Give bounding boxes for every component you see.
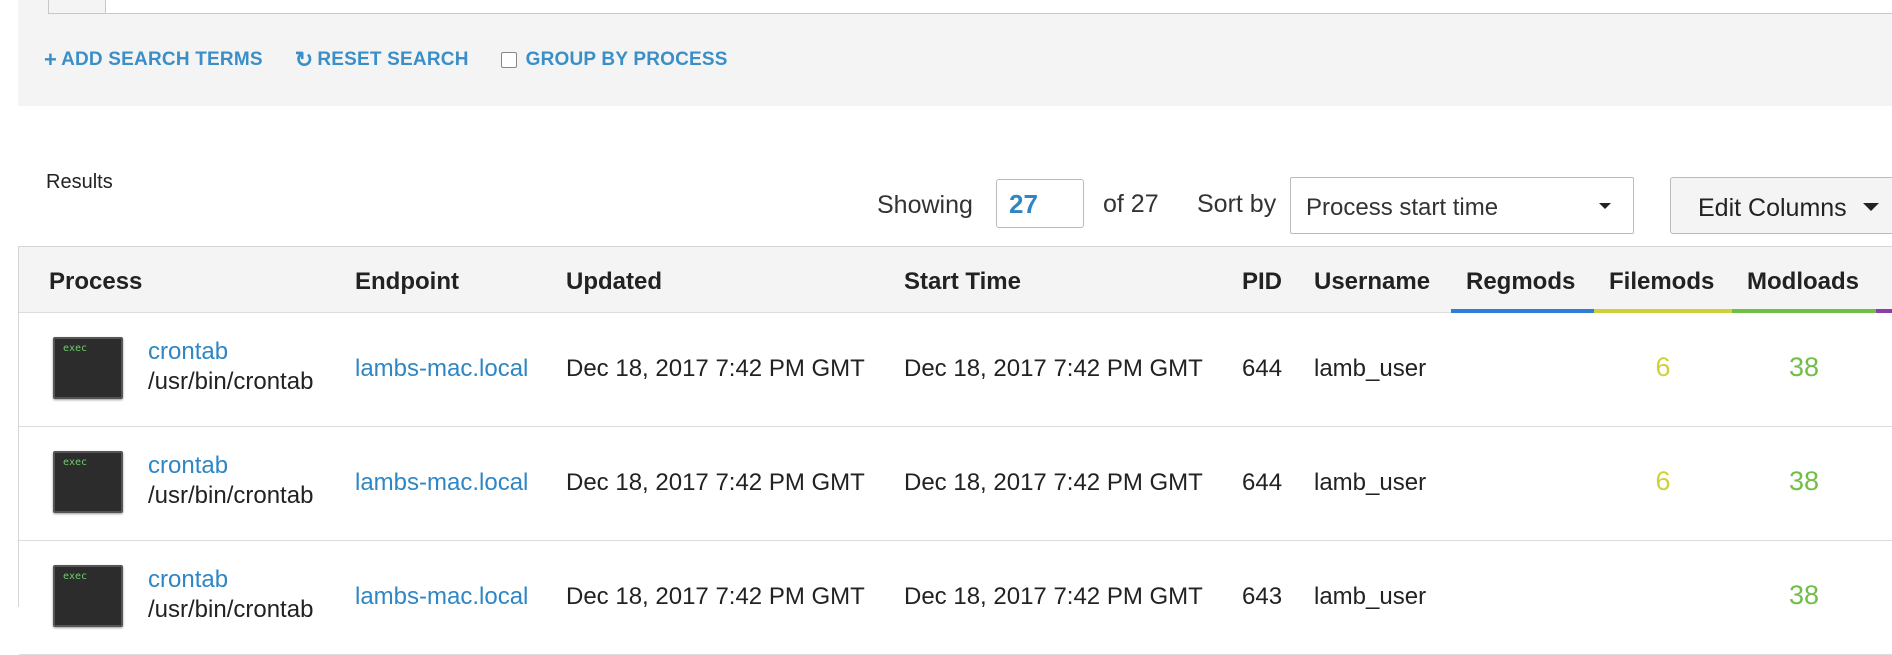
sort-select[interactable]: Process start time [1290,177,1634,234]
sort-label: Sort by [1197,190,1277,218]
search-actions: + ADD SEARCH TERMS ↻ RESET SEARCH GROUP … [44,47,760,73]
username-cell: lamb_user [1314,355,1427,382]
process-name-link[interactable]: crontab [148,452,228,480]
column-header-pid[interactable]: PID [1242,268,1282,296]
pid-cell: 643 [1242,583,1283,610]
filemods-cell[interactable]: 6 [1594,466,1732,497]
total-count: of 27 [1103,190,1159,218]
exec-icon-label: exec [63,571,88,582]
results-title: Results [46,171,113,193]
table-header: Process Endpoint Updated Start Time PID … [19,247,1892,313]
column-header-endpoint[interactable]: Endpoint [355,268,459,296]
table-row[interactable]: exec crontab /usr/bin/crontab lambs-mac.… [19,313,1892,427]
modloads-cell[interactable]: 38 [1732,466,1876,497]
column-header-process[interactable]: Process [49,268,142,296]
table-row[interactable]: exec crontab /usr/bin/crontab lambs-mac.… [19,427,1892,541]
table-row[interactable]: exec crontab /usr/bin/crontab lambs-mac.… [19,541,1892,655]
column-header-modloads[interactable]: Modloads [1747,268,1859,296]
process-path: /usr/bin/crontab [148,368,314,395]
pid-cell: 644 [1242,355,1283,382]
process-path: /usr/bin/crontab [148,596,314,623]
process-name-link[interactable]: crontab [148,338,228,366]
chevron-down-icon [1599,203,1611,209]
username-cell: lamb_user [1314,469,1427,496]
modloads-cell[interactable]: 38 [1732,352,1876,383]
add-search-terms-button[interactable]: + ADD SEARCH TERMS [44,47,263,73]
process-thumbnail: exec [53,451,123,513]
filemods-cell[interactable]: 6 [1594,352,1732,383]
column-header-start-time[interactable]: Start Time [904,268,1021,296]
column-header-username[interactable]: Username [1314,268,1430,296]
pid-cell: 644 [1242,469,1283,496]
group-by-process-label: GROUP BY PROCESS [525,49,728,70]
plus-icon: + [44,47,58,72]
column-header-regmods[interactable]: Regmods [1466,268,1575,296]
exec-icon-label: exec [63,343,88,354]
search-field-selector[interactable] [49,0,106,13]
start-time-cell: Dec 18, 2017 7:42 PM GMT [904,583,1203,610]
username-cell: lamb_user [1314,583,1427,610]
process-thumbnail: exec [53,565,123,627]
edit-columns-button[interactable]: Edit Columns [1670,177,1892,234]
group-by-process-toggle[interactable]: GROUP BY PROCESS [500,49,728,71]
updated-cell: Dec 18, 2017 7:42 PM GMT [566,469,865,496]
group-by-process-checkbox[interactable] [500,52,517,68]
updated-cell: Dec 18, 2017 7:42 PM GMT [566,355,865,382]
results-table: Process Endpoint Updated Start Time PID … [18,246,1892,655]
chevron-down-icon [1863,203,1879,211]
sort-selected-value: Process start time [1306,194,1499,221]
edit-columns-label: Edit Columns [1698,194,1847,222]
showing-label: Showing [877,191,973,219]
start-time-cell: Dec 18, 2017 7:42 PM GMT [904,469,1203,496]
process-path: /usr/bin/crontab [148,482,314,509]
start-time-cell: Dec 18, 2017 7:42 PM GMT [904,355,1203,382]
search-query-input[interactable] [48,0,1892,14]
endpoint-link[interactable]: lambs-mac.local [355,583,528,611]
column-header-updated[interactable]: Updated [566,268,662,296]
search-panel: + ADD SEARCH TERMS ↻ RESET SEARCH GROUP … [18,0,1892,106]
updated-cell: Dec 18, 2017 7:42 PM GMT [566,583,865,610]
page-size-input[interactable]: 27 [996,179,1084,228]
add-search-terms-label: ADD SEARCH TERMS [61,49,263,70]
reset-search-button[interactable]: ↻ RESET SEARCH [295,47,469,73]
exec-icon-label: exec [63,457,88,468]
column-header-filemods[interactable]: Filemods [1609,268,1714,296]
reset-search-label: RESET SEARCH [317,49,469,70]
endpoint-link[interactable]: lambs-mac.local [355,355,528,383]
endpoint-link[interactable]: lambs-mac.local [355,469,528,497]
modloads-cell[interactable]: 38 [1732,580,1876,611]
refresh-icon: ↻ [294,47,314,72]
process-thumbnail: exec [53,337,123,399]
process-name-link[interactable]: crontab [148,566,228,594]
